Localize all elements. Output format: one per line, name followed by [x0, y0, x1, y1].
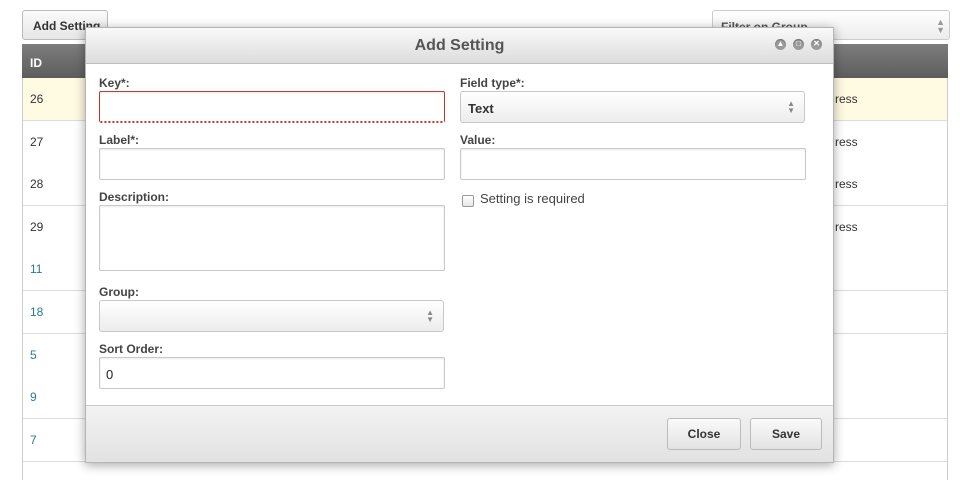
add-setting-dialog: Add Setting ▲ □ ✕ Key*: Label*: Descript… — [85, 27, 834, 463]
required-checkbox-label[interactable]: Setting is required — [480, 191, 585, 206]
row-group-cell: ress — [835, 134, 858, 149]
select-arrows-icon: ▲ ▼ — [936, 17, 945, 35]
row-id: 5 — [30, 347, 37, 362]
close-button[interactable]: Close — [667, 418, 741, 450]
field-type-label: Field type*: — [460, 76, 525, 90]
row-id: 26 — [30, 92, 44, 106]
key-input[interactable] — [99, 91, 445, 123]
save-button[interactable]: Save — [750, 418, 822, 450]
sort-order-label: Sort Order: — [99, 342, 164, 356]
sort-order-value: 0 — [106, 367, 114, 382]
row-id: 11 — [30, 262, 43, 277]
key-label: Key*: — [99, 76, 130, 90]
group-select[interactable]: ▲ ▼ — [99, 300, 444, 332]
field-type-select[interactable]: Text ▲ ▼ — [460, 91, 805, 123]
required-checkbox[interactable] — [462, 195, 474, 207]
value-label: Value: — [460, 133, 496, 147]
dialog-footer: Close Save — [86, 405, 833, 462]
dialog-header[interactable]: Add Setting ▲ □ ✕ — [86, 28, 833, 64]
close-icon[interactable]: ✕ — [811, 39, 822, 50]
dialog-title: Add Setting — [414, 37, 505, 54]
column-header-id[interactable]: ID — [30, 56, 42, 70]
maximize-icon[interactable]: □ — [793, 39, 804, 50]
row-group-cell: ress — [835, 219, 858, 234]
row-id: 27 — [30, 134, 44, 149]
label-label: Label*: — [99, 133, 140, 147]
page-border-right — [947, 44, 948, 480]
row-id: 18 — [30, 305, 44, 319]
group-label: Group: — [99, 285, 139, 299]
table-row-partial[interactable] — [23, 462, 947, 480]
select-arrows-icon: ▲ ▼ — [787, 99, 795, 115]
description-textarea[interactable] — [99, 205, 445, 271]
label-input[interactable] — [99, 148, 445, 180]
description-label: Description: — [99, 190, 170, 204]
row-id: 7 — [30, 432, 37, 447]
minimize-icon[interactable]: ▲ — [775, 39, 786, 50]
row-id: 9 — [30, 390, 37, 405]
row-group-cell: ress — [835, 92, 858, 106]
field-type-value: Text — [468, 101, 494, 116]
sort-order-input[interactable]: 0 — [99, 357, 445, 389]
row-id: 28 — [30, 177, 44, 192]
select-arrows-icon: ▲ ▼ — [426, 308, 434, 324]
value-input[interactable] — [460, 148, 806, 180]
row-group-cell: ress — [835, 177, 858, 192]
row-id: 29 — [30, 219, 44, 234]
